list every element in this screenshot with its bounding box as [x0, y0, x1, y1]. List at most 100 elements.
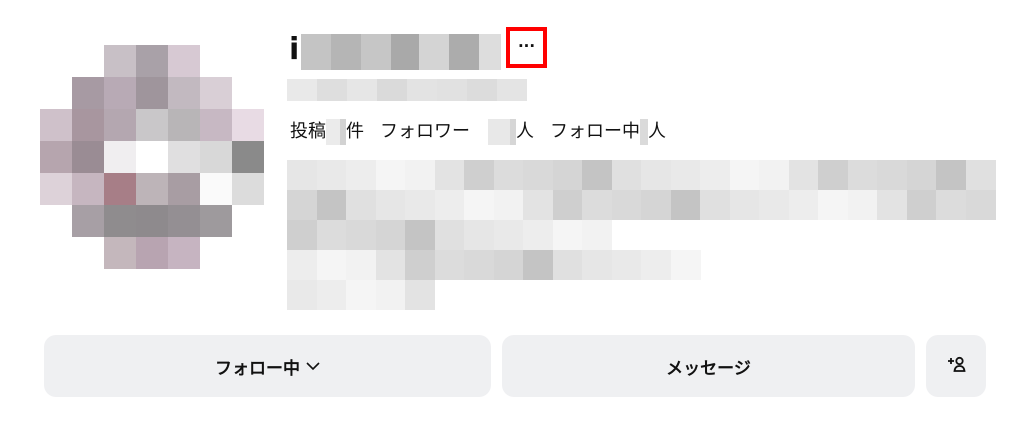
mosaic-cell	[419, 34, 449, 70]
mosaic-cell	[72, 77, 104, 109]
mosaic-cell	[331, 34, 361, 70]
mosaic-cell	[40, 109, 72, 141]
mosaic-cell	[611, 160, 642, 190]
mosaic-cell	[464, 220, 494, 250]
bio-redacted	[287, 160, 1007, 310]
posts-count-redacted	[326, 119, 340, 145]
mosaic-cell	[582, 250, 612, 280]
mosaic-cell	[497, 79, 527, 101]
mosaic-cell	[346, 190, 376, 220]
more-options-icon: ···	[517, 36, 536, 55]
mosaic-cell	[641, 190, 671, 220]
mosaic-cell	[391, 34, 419, 70]
mosaic-cell	[200, 77, 232, 109]
mosaic-cell	[464, 250, 494, 280]
mosaic-cell	[493, 190, 524, 220]
following-label[interactable]: フォロー中	[550, 119, 640, 145]
mosaic-cell	[523, 250, 553, 280]
mosaic-cell	[346, 280, 376, 310]
mosaic-cell	[136, 173, 168, 205]
add-person-button[interactable]	[926, 335, 986, 397]
mosaic-cell	[375, 190, 406, 220]
mosaic-cell	[168, 237, 200, 269]
mosaic-cell	[136, 141, 168, 173]
mosaic-cell	[287, 160, 317, 190]
mosaic-cell	[200, 109, 232, 141]
mosaic-cell	[523, 160, 553, 190]
mosaic-cell	[168, 205, 200, 237]
mosaic-cell	[104, 237, 136, 269]
mosaic-cell	[232, 141, 264, 173]
mosaic-cell	[906, 160, 937, 190]
mosaic-cell	[136, 45, 168, 77]
mosaic-cell	[877, 160, 907, 190]
mosaic-cell	[405, 220, 435, 250]
mosaic-cell	[759, 160, 789, 190]
mosaic-cell	[316, 160, 347, 190]
mosaic-cell	[72, 205, 104, 237]
mosaic-cell	[317, 79, 347, 101]
mosaic-cell	[552, 250, 583, 280]
username-initial: i	[289, 32, 300, 67]
mosaic-cell	[493, 220, 524, 250]
mosaic-cell	[136, 77, 168, 109]
following-button[interactable]: フォロー中	[44, 335, 491, 397]
mosaic-cell	[405, 160, 435, 190]
mosaic-cell	[467, 79, 497, 101]
mosaic-cell	[200, 205, 232, 237]
mosaic-cell	[523, 190, 553, 220]
mosaic-cell	[377, 79, 407, 101]
followers-label[interactable]: フォロワー	[380, 119, 470, 145]
mosaic-cell	[434, 160, 465, 190]
mosaic-cell	[759, 190, 789, 220]
display-name-redacted	[287, 79, 527, 101]
mosaic-cell	[104, 173, 136, 205]
mosaic-cell	[434, 190, 465, 220]
mosaic-cell	[375, 280, 406, 310]
more-options-button[interactable]: ···	[506, 27, 547, 68]
mosaic-cell	[346, 220, 376, 250]
mosaic-cell	[200, 173, 232, 205]
mosaic-cell	[136, 205, 168, 237]
mosaic-cell	[906, 190, 937, 220]
followers-unit: 人	[516, 121, 534, 142]
mosaic-cell	[375, 220, 406, 250]
mosaic-cell	[847, 160, 878, 190]
mosaic-cell	[104, 77, 136, 109]
mosaic-cell	[965, 190, 996, 220]
mosaic-cell	[582, 160, 612, 190]
mosaic-cell	[788, 160, 819, 190]
posts-unit: 件	[346, 121, 364, 142]
mosaic-cell	[936, 160, 966, 190]
mosaic-cell	[287, 79, 317, 101]
mosaic-cell	[552, 220, 583, 250]
mosaic-cell	[301, 34, 331, 70]
mosaic-cell	[611, 250, 642, 280]
mosaic-cell	[136, 237, 168, 269]
profile-avatar[interactable]	[40, 45, 265, 270]
following-unit: 人	[648, 121, 666, 142]
mosaic-cell	[670, 160, 701, 190]
username-redacted	[301, 34, 501, 70]
mosaic-cell	[877, 190, 907, 220]
mosaic-cell	[72, 109, 104, 141]
mosaic-cell	[168, 141, 200, 173]
mosaic-cell	[375, 250, 406, 280]
following-count-redacted	[640, 119, 648, 145]
mosaic-cell	[788, 190, 819, 220]
message-button[interactable]: メッセージ	[502, 335, 915, 397]
mosaic-cell	[346, 160, 376, 190]
mosaic-cell	[40, 173, 72, 205]
mosaic-cell	[847, 190, 878, 220]
mosaic-cell	[641, 250, 671, 280]
mosaic-cell	[347, 79, 377, 101]
followers-count-redacted	[488, 119, 510, 145]
mosaic-cell	[434, 220, 465, 250]
mosaic-cell	[729, 190, 760, 220]
mosaic-cell	[434, 250, 465, 280]
mosaic-cell	[168, 45, 200, 77]
mosaic-cell	[641, 160, 671, 190]
mosaic-cell	[936, 190, 966, 220]
mosaic-cell	[523, 220, 553, 250]
mosaic-cell	[818, 190, 848, 220]
